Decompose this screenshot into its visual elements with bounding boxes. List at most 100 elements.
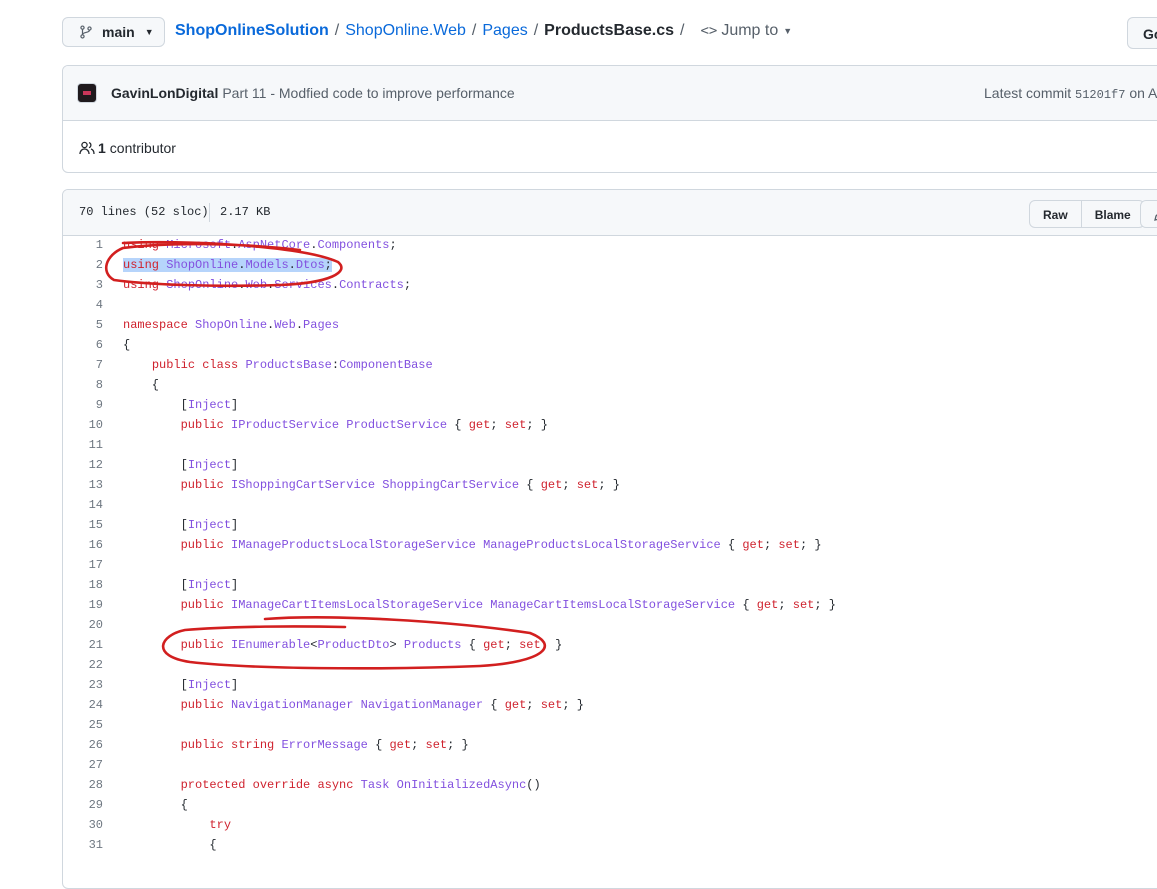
- code-text: using ShopOnline.Web.Services.Contracts;: [123, 278, 412, 292]
- code-line: 18 [Inject]: [63, 575, 1157, 595]
- code-text: [Inject]: [123, 678, 239, 692]
- chevron-down-icon: ▼: [783, 26, 793, 36]
- line-number[interactable]: 26: [63, 738, 103, 752]
- jump-to-label: Jump to: [721, 22, 779, 39]
- contributor-count: 1: [98, 140, 106, 156]
- code-line: 29 {: [63, 795, 1157, 815]
- line-number[interactable]: 8: [63, 378, 103, 392]
- breadcrumb-file-name: ProductsBase.cs: [544, 22, 675, 39]
- line-number[interactable]: 22: [63, 658, 103, 672]
- code-text: {: [123, 338, 131, 352]
- code-line: 25: [63, 715, 1157, 735]
- code-text: using ShopOnline.Models.Dtos;: [123, 258, 332, 272]
- commit-sha-link[interactable]: 51201f7: [1075, 88, 1125, 102]
- code-line: 5 namespace ShopOnline.Web.Pages: [63, 315, 1157, 335]
- code-text: public IEnumerable<ProductDto> Products …: [180, 638, 563, 652]
- code-text: public IShoppingCartService ShoppingCart…: [180, 478, 620, 492]
- line-number[interactable]: 11: [63, 438, 103, 452]
- code-text: {: [123, 838, 217, 852]
- file-header: 70 lines (52 sloc) 2.17 KB Raw Blame: [63, 190, 1157, 236]
- line-number[interactable]: 19: [63, 598, 103, 612]
- code-line: 12 [Inject]: [63, 455, 1157, 475]
- code-text: using Microsoft.AspNetCore.Components;: [123, 238, 397, 252]
- code-line: 23 [Inject]: [63, 675, 1157, 695]
- breadcrumb-folder-web-link[interactable]: ShopOnline.Web: [345, 22, 466, 40]
- line-number[interactable]: 23: [63, 678, 103, 692]
- code-line: 7 public class ProductsBase:ComponentBas…: [63, 355, 1157, 375]
- line-number[interactable]: 7: [63, 358, 103, 372]
- code-line: 3 using ShopOnline.Web.Services.Contracts…: [63, 275, 1157, 295]
- line-number[interactable]: 2: [63, 258, 103, 272]
- line-number[interactable]: 1: [63, 238, 103, 252]
- latest-commit-row: GavinLonDigital Part 11 - Modfied code t…: [63, 66, 1157, 121]
- code-line: 6{: [63, 335, 1157, 355]
- branch-selector-button[interactable]: main ▼: [62, 17, 165, 47]
- code-line: 8 {: [63, 375, 1157, 395]
- code-line: 4: [63, 295, 1157, 315]
- line-number[interactable]: 17: [63, 558, 103, 572]
- code-line: 17: [63, 555, 1157, 575]
- line-number[interactable]: 15: [63, 518, 103, 532]
- pencil-icon: [1154, 214, 1157, 221]
- code-view: 1 using Microsoft.AspNetCore.Components; 2…: [63, 235, 1157, 855]
- people-icon: [79, 141, 95, 155]
- go-to-file-button[interactable]: Go: [1127, 17, 1157, 49]
- git-branch-icon: [80, 25, 92, 39]
- code-line: 20: [63, 615, 1157, 635]
- code-line: 30 try: [63, 815, 1157, 835]
- code-line: 11: [63, 435, 1157, 455]
- line-number[interactable]: 14: [63, 498, 103, 512]
- code-text: try: [209, 818, 232, 832]
- line-number[interactable]: 29: [63, 798, 103, 812]
- commit-message[interactable]: Part 11 - Modfied code to improve perfor…: [222, 85, 514, 101]
- jump-to-button[interactable]: <> Jump to ▼: [700, 22, 792, 40]
- line-number[interactable]: 12: [63, 458, 103, 472]
- line-number[interactable]: 27: [63, 758, 103, 772]
- breadcrumb: ShopOnlineSolution / ShopOnline.Web / Pa…: [175, 22, 793, 40]
- code-text: [Inject]: [123, 578, 239, 592]
- line-number[interactable]: 13: [63, 478, 103, 492]
- code-line: 24 public NavigationManager NavigationMa…: [63, 695, 1157, 715]
- latest-commit-info: Latest commit 51201f7 on Ap: [984, 85, 1157, 102]
- line-number[interactable]: 5: [63, 318, 103, 332]
- code-line: 15 [Inject]: [63, 515, 1157, 535]
- line-number[interactable]: 24: [63, 698, 103, 712]
- code-line: 28 protected override async Task OnIniti…: [63, 775, 1157, 795]
- code-line: 19 public IManageCartItemsLocalStorageSe…: [63, 595, 1157, 615]
- line-number[interactable]: 16: [63, 538, 103, 552]
- breadcrumb-folder-pages-link[interactable]: Pages: [482, 22, 527, 40]
- code-text: public class ProductsBase:ComponentBase: [151, 358, 433, 372]
- code-text: public IManageProductsLocalStorageServic…: [180, 538, 822, 552]
- code-line: 2 using ShopOnline.Models.Dtos;: [63, 255, 1157, 275]
- code-text: namespace ShopOnline.Web.Pages: [123, 318, 340, 332]
- commit-author[interactable]: GavinLonDigital: [111, 85, 218, 101]
- line-number[interactable]: 25: [63, 718, 103, 732]
- line-number[interactable]: 31: [63, 838, 103, 852]
- code-line: 14: [63, 495, 1157, 515]
- code-line: 9 [Inject]: [63, 395, 1157, 415]
- avatar[interactable]: [77, 83, 97, 103]
- file-viewer: 70 lines (52 sloc) 2.17 KB Raw Blame 1 us…: [62, 189, 1157, 889]
- divider: [209, 203, 210, 222]
- line-number[interactable]: 30: [63, 818, 103, 832]
- file-actions: Raw Blame: [1029, 200, 1145, 228]
- breadcrumb-repo-link[interactable]: ShopOnlineSolution: [175, 22, 329, 40]
- line-number[interactable]: 4: [63, 298, 103, 312]
- line-number[interactable]: 28: [63, 778, 103, 792]
- line-number[interactable]: 20: [63, 618, 103, 632]
- latest-commit-label: Latest commit: [984, 85, 1072, 101]
- line-number[interactable]: 3: [63, 278, 103, 292]
- code-text: {: [123, 798, 188, 812]
- line-number[interactable]: 9: [63, 398, 103, 412]
- contributors-row[interactable]: 1 contributor: [63, 121, 1157, 172]
- contributor-label: contributor: [109, 140, 176, 156]
- edit-button[interactable]: [1140, 200, 1157, 228]
- code-line: 13 public IShoppingCartService ShoppingC…: [63, 475, 1157, 495]
- line-number[interactable]: 18: [63, 578, 103, 592]
- blame-button[interactable]: Blame: [1081, 200, 1145, 228]
- line-number[interactable]: 21: [63, 638, 103, 652]
- line-number[interactable]: 10: [63, 418, 103, 432]
- line-number[interactable]: 6: [63, 338, 103, 352]
- raw-button[interactable]: Raw: [1029, 200, 1082, 228]
- file-line-count: 70 lines (52 sloc): [79, 205, 209, 219]
